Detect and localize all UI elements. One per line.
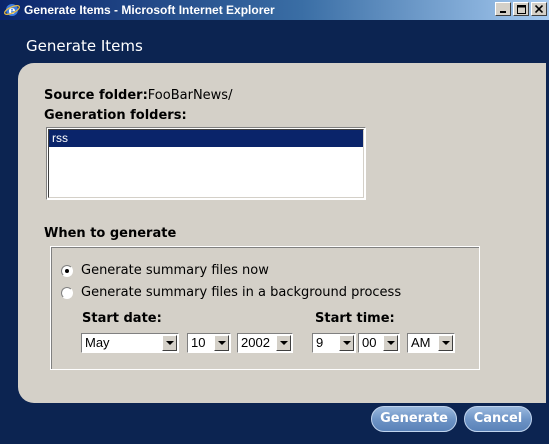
minimize-button[interactable] — [495, 2, 511, 16]
start-day-value: 10 — [191, 335, 206, 350]
option-background-process-label: Generate summary files in a background p… — [81, 285, 402, 300]
start-ampm-value: AM — [411, 335, 431, 350]
generate-button[interactable]: Generate — [371, 406, 457, 432]
start-hour-value: 9 — [316, 335, 324, 350]
ie-icon: e — [4, 2, 20, 18]
source-folder-label: Source folder: — [44, 88, 148, 103]
start-day-select[interactable]: 10 — [187, 333, 231, 353]
start-month-value: May — [85, 335, 110, 350]
chevron-down-icon[interactable] — [162, 335, 177, 351]
source-folder-row: Source folder:FooBarNews/ — [44, 84, 232, 103]
close-button[interactable] — [531, 2, 547, 16]
window-title: Generate Items - Microsoft Internet Expl… — [24, 3, 275, 17]
maximize-icon — [516, 4, 526, 14]
maximize-button[interactable] — [513, 2, 529, 16]
chevron-down-icon[interactable] — [339, 335, 354, 351]
start-year-value: 2002 — [241, 335, 270, 350]
option-generate-now-label: Generate summary files now — [81, 263, 269, 278]
start-time-label: Start time: — [315, 311, 395, 326]
start-month-select[interactable]: May — [81, 333, 179, 353]
chevron-down-icon[interactable] — [438, 335, 453, 351]
dialog-title: Generate Items — [26, 37, 143, 55]
close-icon — [535, 5, 543, 13]
window-controls — [493, 2, 547, 16]
chevron-down-icon[interactable] — [383, 335, 398, 351]
option-background-process[interactable]: Generate summary files in a background p… — [61, 285, 401, 300]
listbox-inner: rss — [48, 129, 364, 198]
radio-background-process[interactable] — [61, 286, 73, 299]
generation-folders-label: Generation folders: — [44, 108, 187, 123]
chevron-down-icon[interactable] — [214, 335, 229, 351]
start-minute-value: 00 — [362, 335, 377, 350]
start-minute-select[interactable]: 00 — [358, 333, 400, 353]
generation-folders-listbox[interactable]: rss — [46, 127, 366, 200]
start-ampm-select[interactable]: AM — [407, 333, 455, 353]
browser-window: e Generate Items - Microsoft Internet Ex… — [0, 0, 549, 444]
option-generate-now[interactable]: Generate summary files now — [61, 263, 269, 278]
radio-generate-now[interactable] — [61, 264, 73, 277]
when-to-generate-label: When to generate — [44, 226, 177, 241]
cancel-button[interactable]: Cancel — [464, 406, 532, 432]
list-item[interactable]: rss — [49, 130, 363, 147]
start-date-label: Start date: — [82, 311, 162, 326]
window-titlebar[interactable]: e Generate Items - Microsoft Internet Ex… — [0, 0, 549, 20]
minimize-icon — [500, 11, 506, 13]
source-folder-value: FooBarNews/ — [147, 88, 233, 103]
start-year-select[interactable]: 2002 — [237, 333, 293, 353]
start-hour-select[interactable]: 9 — [312, 333, 356, 353]
chevron-down-icon[interactable] — [276, 335, 291, 351]
